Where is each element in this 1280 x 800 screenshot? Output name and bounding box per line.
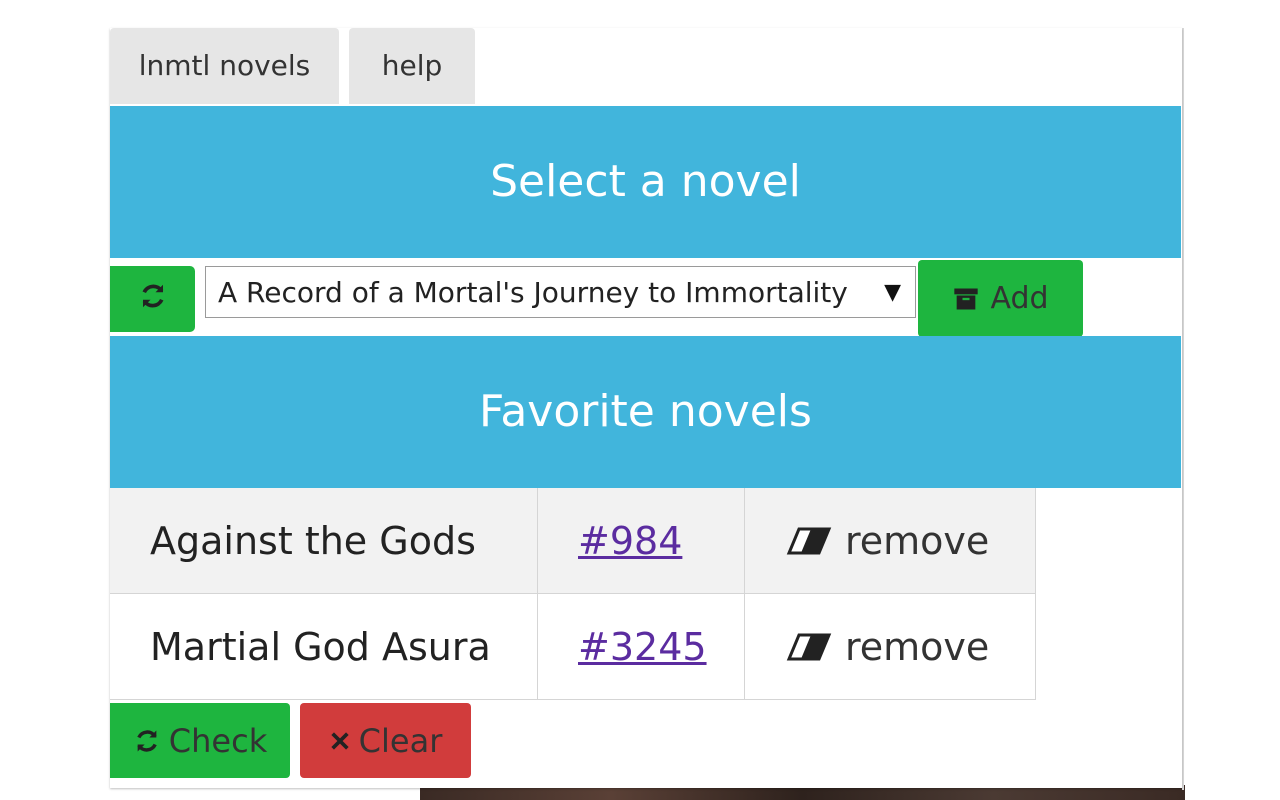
novel-name: Against the Gods bbox=[110, 488, 538, 594]
refresh-icon bbox=[137, 729, 157, 752]
remove-button[interactable]: remove bbox=[785, 519, 1035, 563]
favorites-table: Against the Gods #984 remove Martial God… bbox=[110, 488, 1036, 700]
refresh-icon bbox=[142, 284, 163, 307]
novel-select[interactable]: A Record of a Mortal's Journey to Immort… bbox=[205, 266, 916, 318]
clear-button[interactable]: Clear bbox=[300, 703, 471, 778]
select-novel-heading: Select a novel bbox=[110, 106, 1181, 258]
favorite-novels-heading: Favorite novels bbox=[110, 336, 1181, 488]
close-icon bbox=[331, 731, 349, 750]
remove-button[interactable]: remove bbox=[785, 625, 1035, 669]
chapter-link[interactable]: #3245 bbox=[578, 625, 707, 669]
check-button-label: Check bbox=[168, 721, 268, 760]
archive-icon bbox=[954, 288, 979, 309]
eraser-icon bbox=[786, 527, 832, 554]
window-edge bbox=[1182, 28, 1184, 790]
table-row: Against the Gods #984 remove bbox=[110, 488, 1036, 594]
refresh-button[interactable] bbox=[110, 266, 195, 332]
clear-button-label: Clear bbox=[358, 721, 443, 760]
extension-popup: lnmtl novels help Select a novel A Recor… bbox=[110, 28, 1182, 788]
remove-label: remove bbox=[845, 518, 990, 563]
tab-lnmtl-novels[interactable]: lnmtl novels bbox=[110, 28, 339, 104]
caret-down-icon: ▼ bbox=[884, 280, 901, 305]
eraser-icon bbox=[786, 633, 832, 660]
chapter-link[interactable]: #984 bbox=[578, 519, 682, 563]
table-row: Martial God Asura #3245 remove bbox=[110, 593, 1036, 700]
add-button-label: Add bbox=[990, 281, 1049, 316]
remove-label: remove bbox=[845, 624, 990, 669]
add-button[interactable]: Add bbox=[918, 260, 1083, 337]
novel-select-value: A Record of a Mortal's Journey to Immort… bbox=[218, 276, 848, 309]
check-button[interactable]: Check bbox=[110, 703, 290, 778]
tab-help[interactable]: help bbox=[349, 28, 475, 104]
novel-name: Martial God Asura bbox=[110, 593, 538, 700]
